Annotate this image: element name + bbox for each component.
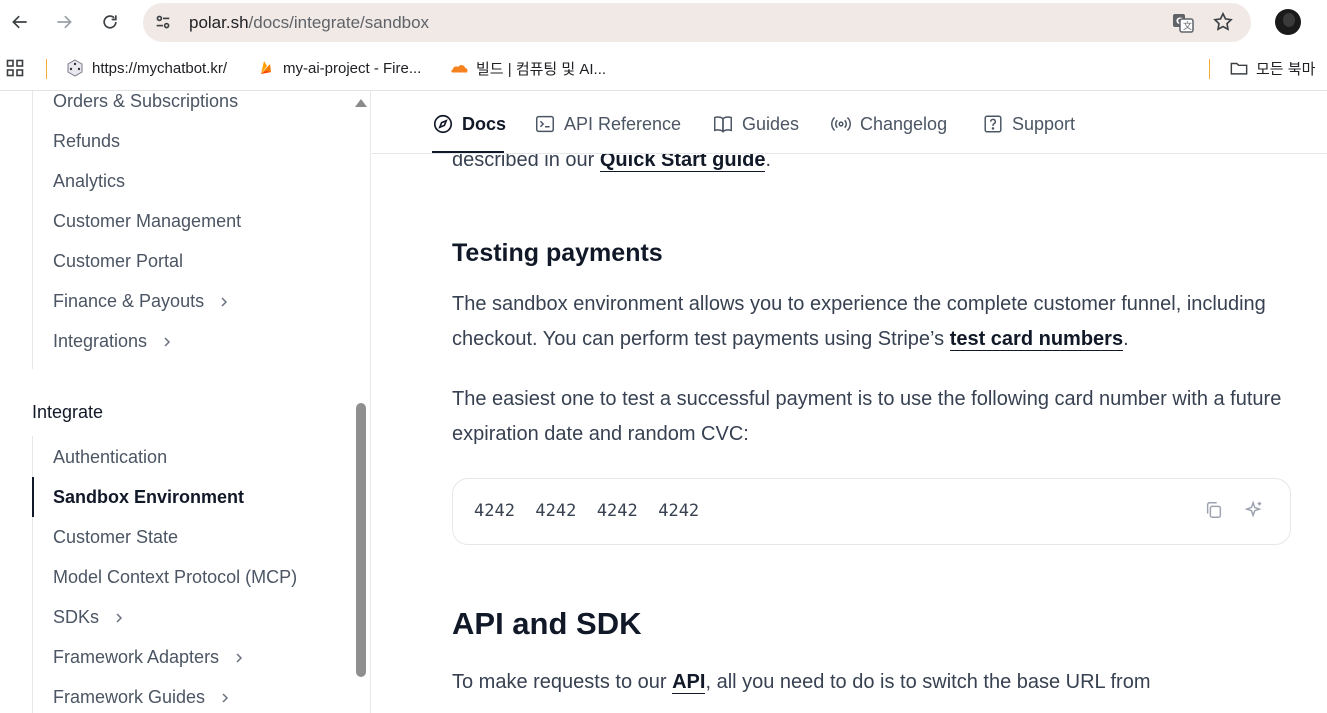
chevron-right-icon [113,612,125,624]
sidebar-item-framework-adapters[interactable]: Framework Adapters [53,647,245,668]
broadcast-icon [830,113,852,135]
docs-top-nav: Docs API Reference Guides Changelog Supp… [372,91,1327,154]
help-icon [982,113,1004,135]
chevron-right-icon [218,296,230,308]
chevron-right-icon [219,692,231,704]
firebase-icon [257,59,275,77]
tab-support[interactable]: Support [982,113,1075,135]
easiest-test-paragraph: The easiest one to test a successful pay… [452,388,1282,445]
sidebar-section-title: Integrate [32,402,104,422]
sidebar-item-mcp[interactable]: Model Context Protocol (MCP) [53,567,297,588]
copy-icon[interactable] [1203,499,1225,521]
bookmark-cloudflare[interactable]: 빌드 | 컴퓨팅 및 AI... [450,57,606,79]
back-button[interactable] [6,8,34,36]
active-item-marker [32,477,34,517]
terminal-icon [534,113,556,135]
card-number-code: 4242 4242 4242 4242 [474,501,700,521]
translate-icon[interactable]: G文 [1172,12,1194,34]
testing-payments-heading: Testing payments [452,239,663,267]
dice-icon [66,59,84,77]
apps-button[interactable] [6,57,32,79]
folder-icon [1230,59,1248,77]
apps-grid-icon [6,59,24,77]
browser-toolbar: polar.sh/docs/integrate/sandbox G文 [0,0,1327,45]
bookmark-label: my-ai-project - Fire... [283,59,422,77]
reload-icon [103,15,117,29]
bookmark-star-icon[interactable] [1212,11,1234,33]
sidebar-item-analytics[interactable]: Analytics [53,171,125,192]
chevron-right-icon [161,336,173,348]
sidebar-item-refunds[interactable]: Refunds [53,131,120,152]
sidebar-item-sandbox-environment[interactable]: Sandbox Environment [53,487,244,508]
book-icon [712,113,734,135]
sidebar-item-authentication[interactable]: Authentication [53,447,167,468]
scrollbar-thumb[interactable] [356,403,366,677]
arrow-right-icon [57,15,72,29]
sidebar-item-integrations[interactable]: Integrations [53,331,173,352]
tab-docs[interactable]: Docs [432,113,506,135]
sidebar-item-finance-payouts[interactable]: Finance & Payouts [53,291,230,312]
site-info-icon[interactable] [153,12,173,32]
tab-changelog[interactable]: Changelog [830,113,947,135]
test-card-numbers-link[interactable]: test card numbers [949,328,1124,351]
url-text[interactable]: polar.sh/docs/integrate/sandbox [189,13,429,33]
tab-api-reference[interactable]: API Reference [534,113,681,135]
bookmark-label: 빌드 | 컴퓨팅 및 AI... [476,60,607,78]
arrow-left-icon [12,15,27,29]
sparkle-icon[interactable] [1243,499,1265,521]
api-link[interactable]: API [672,671,706,694]
sidebar-item-customer-management[interactable]: Customer Management [53,211,241,232]
sidebar-item-framework-guides[interactable]: Framework Guides [53,687,231,708]
url-path: /docs/integrate/sandbox [248,13,430,32]
sidebar-item-sdks[interactable]: SDKs [53,607,125,628]
scrollbar-up-arrow[interactable] [355,99,367,107]
sidebar-item-customer-portal[interactable]: Customer Portal [53,251,183,272]
api-paragraph: To make requests to our API, all you nee… [452,671,1151,694]
chevron-right-icon [233,652,245,664]
bookmarks-divider [46,59,47,79]
active-tab-underline [432,151,504,153]
docs-content: described in our Quick Start guide. Test… [372,91,1327,713]
code-block: 4242 4242 4242 4242 [452,478,1291,545]
url-host: polar.sh [189,13,249,32]
forward-button[interactable] [50,8,78,36]
address-bar[interactable]: polar.sh/docs/integrate/sandbox G文 [143,3,1251,42]
reload-button[interactable] [96,8,124,36]
docs-sidebar: Orders & Subscriptions Refunds Analytics… [0,91,371,713]
sidebar-rail [32,91,33,369]
bookmark-label: 모든 북마 [1256,60,1316,78]
bookmark-mychatbot[interactable]: https://mychatbot.kr/ [66,57,227,79]
cloudflare-icon [450,59,468,77]
bookmark-label: https://mychatbot.kr/ [92,59,228,77]
bookmark-all-folder[interactable]: 모든 북마 [1230,57,1315,79]
bookmark-firebase[interactable]: my-ai-project - Fire... [257,57,421,79]
svg-text:文: 文 [1183,20,1192,32]
testing-paragraph: The sandbox environment allows you to ex… [452,293,1266,351]
bookmarks-divider-right [1209,59,1210,79]
api-sdk-heading: API and SDK [452,606,642,641]
sidebar-item-customer-state[interactable]: Customer State [53,527,178,548]
compass-icon [432,113,454,135]
sidebar-item-orders-subscriptions[interactable]: Orders & Subscriptions [53,91,238,112]
profile-avatar[interactable] [1275,9,1301,35]
bookmarks-bar: https://mychatbot.kr/ my-ai-project - Fi… [0,45,1327,91]
tab-guides[interactable]: Guides [712,113,799,135]
